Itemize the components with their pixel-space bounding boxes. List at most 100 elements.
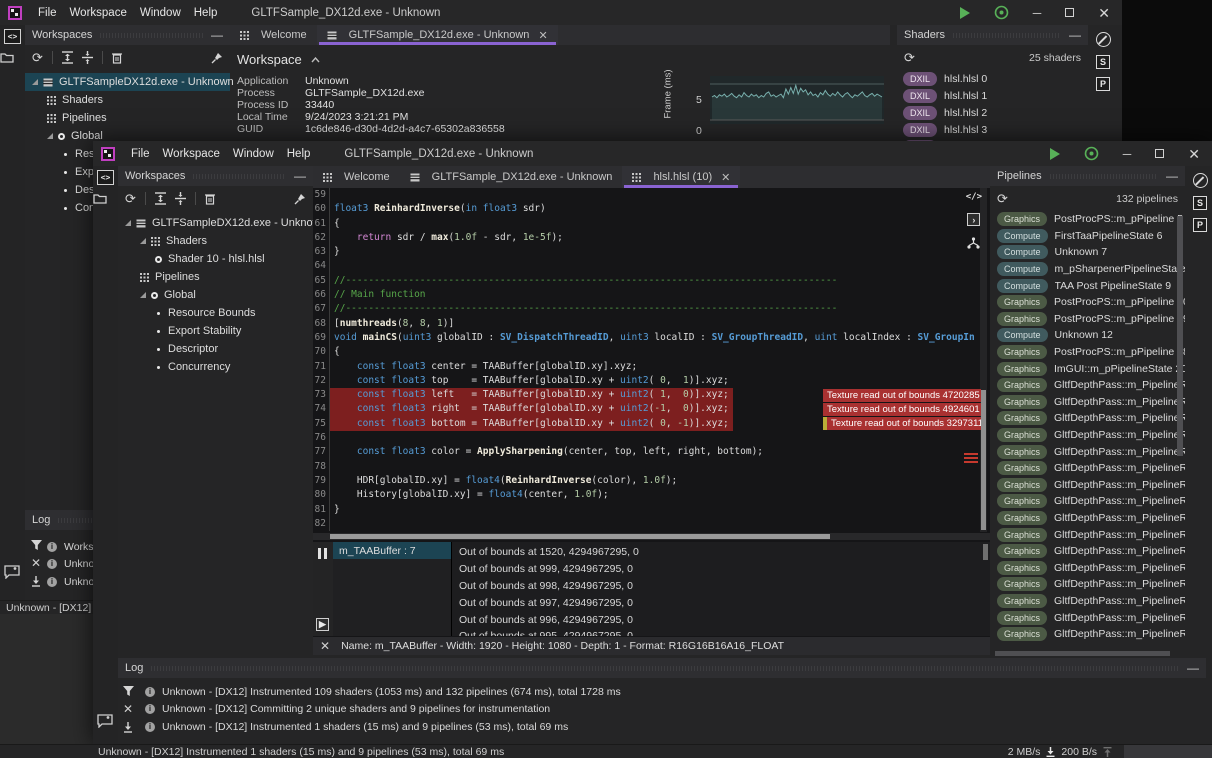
log-entry[interactable]: iUnknown - [DX12] Instrumented 109 shade… bbox=[145, 683, 1206, 701]
tree-item[interactable]: Concurrency bbox=[118, 358, 313, 376]
expander-icon[interactable] bbox=[140, 238, 146, 244]
annotations-icon[interactable] bbox=[1096, 32, 1111, 47]
code-line[interactable]: 63} bbox=[313, 245, 990, 259]
trash-icon[interactable] bbox=[112, 52, 122, 64]
code-view-icon[interactable]: <> bbox=[4, 29, 21, 44]
pipeline-list-item[interactable]: ComputeUnknown 7 bbox=[990, 244, 1185, 261]
pipeline-list-item[interactable]: ComputeUnknown 12 bbox=[990, 327, 1185, 344]
pipeline-list-item[interactable]: GraphicsPostProcPS::m_pPipeline 18 bbox=[990, 344, 1185, 361]
code-line[interactable]: 76 bbox=[313, 431, 990, 445]
pipeline-list-item[interactable]: GraphicsGltfDepthPass::m_PipelineRender … bbox=[990, 526, 1185, 543]
filter-icon[interactable] bbox=[123, 686, 134, 696]
error-annotation[interactable]: Texture read out of bounds 4720285 bbox=[823, 389, 981, 402]
expander-icon[interactable] bbox=[32, 79, 38, 85]
menu-item-workspace[interactable]: Workspace bbox=[163, 148, 220, 160]
menu-item-window[interactable]: Window bbox=[140, 7, 181, 19]
tree-item[interactable]: Shaders bbox=[25, 91, 230, 109]
debug-message[interactable]: Out of bounds at 999, 4294967295, 0 bbox=[452, 561, 990, 578]
tree-item[interactable]: Shader 10 - hlsl.hlsl bbox=[118, 250, 313, 268]
scrollbar-thumb[interactable] bbox=[1177, 216, 1183, 456]
panel-minimize-icon[interactable]: — bbox=[1069, 28, 1081, 42]
debug-message[interactable]: Out of bounds at 996, 4294967295, 0 bbox=[452, 611, 990, 628]
error-menu-icon[interactable] bbox=[964, 453, 978, 463]
refresh-icon[interactable]: ⟳ bbox=[904, 51, 915, 64]
menu-item-workspace[interactable]: Workspace bbox=[70, 7, 127, 19]
source-code-icon[interactable]: </> bbox=[966, 192, 982, 202]
tab-close-icon[interactable]: ✕ bbox=[538, 29, 547, 42]
panel-minimize-icon[interactable]: — bbox=[1187, 661, 1199, 675]
pipelines-view-icon[interactable]: P bbox=[1193, 218, 1207, 232]
pin-icon[interactable] bbox=[294, 193, 306, 205]
comment-icon[interactable] bbox=[97, 714, 113, 728]
menu-item-help[interactable]: Help bbox=[287, 148, 311, 160]
pipeline-list-item[interactable]: ComputeFirstTaaPipelineState 6 bbox=[990, 228, 1185, 245]
panel-minimize-icon[interactable]: — bbox=[211, 28, 223, 42]
shader-list-item[interactable]: DXILhlsl.hlsl 0 bbox=[897, 70, 1088, 87]
pipeline-list-item[interactable]: GraphicsGltfDepthPass::m_PipelineRender … bbox=[990, 410, 1185, 427]
maximize-icon[interactable] bbox=[1065, 8, 1074, 17]
pipelines-view-icon[interactable]: P bbox=[1096, 77, 1110, 91]
panel-minimize-icon[interactable]: — bbox=[294, 169, 306, 183]
pause-icon[interactable] bbox=[318, 548, 327, 559]
code-line[interactable]: 62 return sdr / max(1.0f - sdr, 1e-5f); bbox=[313, 231, 990, 245]
debug-message[interactable]: Out of bounds at 995, 4294967295, 0 bbox=[452, 628, 990, 636]
code-line[interactable]: 82 bbox=[313, 517, 990, 531]
download-log-icon[interactable] bbox=[123, 722, 133, 733]
code-line[interactable]: 61{ bbox=[313, 217, 990, 231]
trash-icon[interactable] bbox=[205, 193, 215, 205]
attach-icon[interactable] bbox=[994, 5, 1009, 20]
log-entry[interactable]: iUnknown - [DX12] Instrumented 1 shaders… bbox=[145, 718, 1206, 736]
scrollbar-thumb[interactable] bbox=[995, 651, 1170, 656]
branch-icon[interactable] bbox=[967, 237, 980, 249]
close-icon[interactable]: ✕ bbox=[1188, 147, 1200, 161]
shader-list-item[interactable]: DXILhlsl.hlsl 2 bbox=[897, 104, 1088, 121]
code-line[interactable]: 59 bbox=[313, 188, 990, 202]
debug-resource-item[interactable]: m_TAABuffer : 7 bbox=[333, 542, 451, 559]
code-line[interactable]: 65//------------------------------------… bbox=[313, 274, 990, 288]
pipeline-list-item[interactable]: GraphicsGltfDepthPass::m_PipelineRender … bbox=[990, 609, 1185, 626]
panel-minimize-icon[interactable]: — bbox=[1166, 169, 1178, 183]
code-line[interactable]: 68[numthreads(8, 8, 1)] bbox=[313, 317, 990, 331]
pin-icon[interactable] bbox=[211, 52, 223, 64]
annotations-icon[interactable] bbox=[1193, 173, 1208, 188]
expander-icon[interactable] bbox=[47, 133, 53, 139]
maximize-icon[interactable] bbox=[1155, 149, 1164, 158]
minimize-icon[interactable]: ─ bbox=[1033, 8, 1042, 18]
minimize-icon[interactable]: ─ bbox=[1123, 149, 1132, 159]
expand-all-icon[interactable] bbox=[62, 51, 73, 64]
shaders-view-icon[interactable]: S bbox=[1096, 55, 1110, 69]
close-icon[interactable]: ✕ bbox=[1098, 6, 1110, 20]
download-log-icon[interactable] bbox=[31, 576, 41, 587]
code-line[interactable]: 79 HDR[globalID.xy] = float4(ReinhardInv… bbox=[313, 474, 990, 488]
play-step-icon[interactable]: ▶ bbox=[316, 618, 329, 631]
play-icon[interactable] bbox=[1050, 148, 1060, 160]
pipeline-list-item[interactable]: GraphicsGltfDepthPass::m_PipelineRender … bbox=[990, 460, 1185, 477]
tree-item[interactable]: Global bbox=[118, 286, 313, 304]
error-annotation[interactable]: Texture read out of bounds 32973117 bbox=[823, 417, 981, 430]
tree-item[interactable]: Pipelines bbox=[118, 268, 313, 286]
pipeline-list-item[interactable]: GraphicsGltfDepthPass::m_PipelineRender … bbox=[990, 510, 1185, 527]
comment-icon[interactable] bbox=[4, 565, 20, 579]
play-icon[interactable] bbox=[960, 7, 970, 19]
collapse-all-icon[interactable] bbox=[82, 51, 93, 64]
menu-item-file[interactable]: File bbox=[38, 7, 57, 19]
tab-gltfsample-dx12d-exe-unknown[interactable]: GLTFSample_DX12d.exe - Unknown bbox=[400, 166, 623, 188]
scrollbar-thumb[interactable] bbox=[981, 390, 986, 530]
step-icon[interactable]: › bbox=[967, 213, 980, 226]
refresh-icon[interactable]: ⟳ bbox=[32, 51, 43, 64]
scrollbar-thumb[interactable] bbox=[330, 534, 830, 539]
tree-item[interactable]: Shaders bbox=[118, 232, 313, 250]
pipeline-list-item[interactable]: GraphicsGltfDepthPass::m_PipelineRender … bbox=[990, 477, 1185, 494]
tree-item[interactable]: Pipelines bbox=[25, 109, 230, 127]
tree-item[interactable]: GLTFSampleDX12d.exe - Unknown bbox=[118, 214, 313, 232]
tab-welcome[interactable]: Welcome bbox=[313, 166, 400, 188]
pipeline-list-item[interactable]: GraphicsGltfDepthPass::m_PipelineRender … bbox=[990, 626, 1185, 643]
expander-icon[interactable] bbox=[140, 292, 146, 298]
code-line[interactable]: 72 const float3 top = TAABuffer[globalID… bbox=[313, 374, 990, 388]
pipeline-list-item[interactable]: GraphicsGltfDepthPass::m_PipelineRender … bbox=[990, 559, 1185, 576]
tree-item[interactable]: Descriptor bbox=[118, 340, 313, 358]
debug-message[interactable]: Out of bounds at 997, 4294967295, 0 bbox=[452, 594, 990, 611]
menu-item-file[interactable]: File bbox=[131, 148, 150, 160]
code-line[interactable]: 67//------------------------------------… bbox=[313, 302, 990, 316]
pipeline-list-item[interactable]: GraphicsImGUI::m_pPipelineState 20 bbox=[990, 360, 1185, 377]
